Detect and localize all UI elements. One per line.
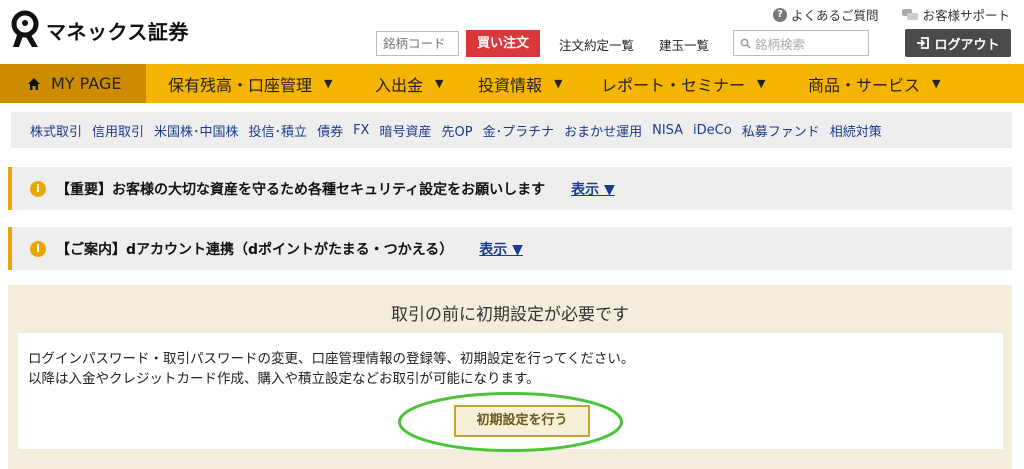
subnav-item[interactable]: 金･プラチナ [483,121,555,140]
logo-mark-icon [11,10,39,47]
highlight-ellipse [398,392,623,452]
stock-code-input[interactable] [376,31,459,56]
buy-order-button[interactable]: 買い注文 [466,30,540,57]
main-nav: MY PAGE 保有残高・口座管理 ▼ 入出金 ▼ 投資情報 ▼ レポート・セミ… [0,64,1024,103]
top-links: ? よくあるご質問 お客様サポート [749,5,1010,24]
subnav-item[interactable]: 相続対策 [830,121,882,140]
orders-list-link[interactable]: 注文約定一覧 [559,35,634,54]
positions-list-link[interactable]: 建玉一覧 [659,35,709,54]
support-label: お客様サポート [922,8,1010,23]
setup-title: 取引の前に初期設定が必要です [391,305,629,325]
setup-description: 以降は入金やクレジットカード作成、購入や積立設定などお取引が可能になります。 [28,371,540,387]
nav-mypage-label: MY PAGE [51,74,122,93]
nav-products-label: 商品・サービス [808,75,921,95]
subnav-item[interactable]: 投信･積立 [249,121,308,140]
chevron-down-icon: ▼ [435,77,444,90]
nav-reports-label: レポート・セミナー [601,75,746,95]
nav-investment-info-label: 投資情報 [478,75,543,95]
nav-mypage[interactable]: MY PAGE [0,64,146,103]
chevron-down-icon: ▼ [554,77,563,90]
logo-text: マネックス証券 [46,19,189,44]
subnav-item[interactable]: 信用取引 [92,121,144,140]
subnav-item[interactable]: 債券 [317,121,343,140]
chat-icon [902,8,919,20]
nav-deposit-label: 入出金 [375,75,424,95]
sub-nav: 株式取引 信用取引 米国株･中国株 投信･積立 債券 FX 暗号資産 先OP 金… [11,112,1012,148]
daccount-notice: i 【ご案内】dアカウント連携（dポイントがたまる・つかえる） 表示 ▼ [8,227,1012,270]
search-icon [740,38,751,49]
subnav-item[interactable]: NISA [652,123,683,138]
setup-description: ログインパスワード・取引パスワードの変更、口座管理情報の登録等、初期設定を行って… [28,351,635,367]
subnav-item[interactable]: おまかせ運用 [564,121,642,140]
nav-holdings[interactable]: 保有残高・口座管理 ▼ [146,64,369,103]
chevron-down-icon: ▼ [757,77,766,90]
stock-search-input[interactable]: 銘柄検索 [733,30,869,56]
subnav-item[interactable]: 株式取引 [30,121,82,140]
monex-logo[interactable]: マネックス証券 [8,10,189,50]
subnav-item[interactable]: 先OP [441,121,472,140]
question-icon: ? [772,7,787,22]
chevron-down-icon: ▼ [932,77,941,90]
notice-expand-link[interactable]: 表示 ▼ [479,239,523,259]
nav-products[interactable]: 商品・サービス ▼ [802,64,972,103]
subnav-item[interactable]: iDeCo [693,123,732,138]
info-icon: i [30,180,46,197]
faq-label: よくあるご質問 [790,8,879,23]
nav-deposit[interactable]: 入出金 ▼ [369,64,474,103]
chevron-down-icon: ▼ [324,77,333,90]
subnav-item[interactable]: 私募ファンド [742,121,820,140]
logout-label: ログアウト [934,37,1000,53]
notice-expand-link[interactable]: 表示 ▼ [571,179,615,199]
home-icon [28,77,40,90]
notice-text: 【重要】お客様の大切な資産を守るため各種セキュリティ設定をお願いします [56,181,546,198]
faq-link[interactable]: ? よくあるご質問 [772,5,879,24]
support-link[interactable]: お客様サポート [902,5,1010,24]
subnav-item[interactable]: 米国株･中国株 [154,121,239,140]
nav-investment-info[interactable]: 投資情報 ▼ [474,64,598,103]
logout-button[interactable]: ログアウト [905,29,1011,57]
notice-text: 【ご案内】dアカウント連携（dポイントがたまる・つかえる） [56,241,454,258]
info-icon: i [30,240,46,257]
subnav-item[interactable]: FX [353,123,369,138]
logout-icon [917,37,930,49]
nav-holdings-label: 保有残高・口座管理 [168,75,313,95]
header: マネックス証券 ? よくあるご質問 お客様サポート 買い注文 注文約定一覧 建玉… [0,0,1024,64]
security-notice: i 【重要】お客様の大切な資産を守るため各種セキュリティ設定をお願いします 表示… [8,167,1012,210]
nav-reports-seminars[interactable]: レポート・セミナー ▼ [598,64,802,103]
subnav-item[interactable]: 暗号資産 [379,121,431,140]
search-placeholder: 銘柄検索 [755,36,806,52]
